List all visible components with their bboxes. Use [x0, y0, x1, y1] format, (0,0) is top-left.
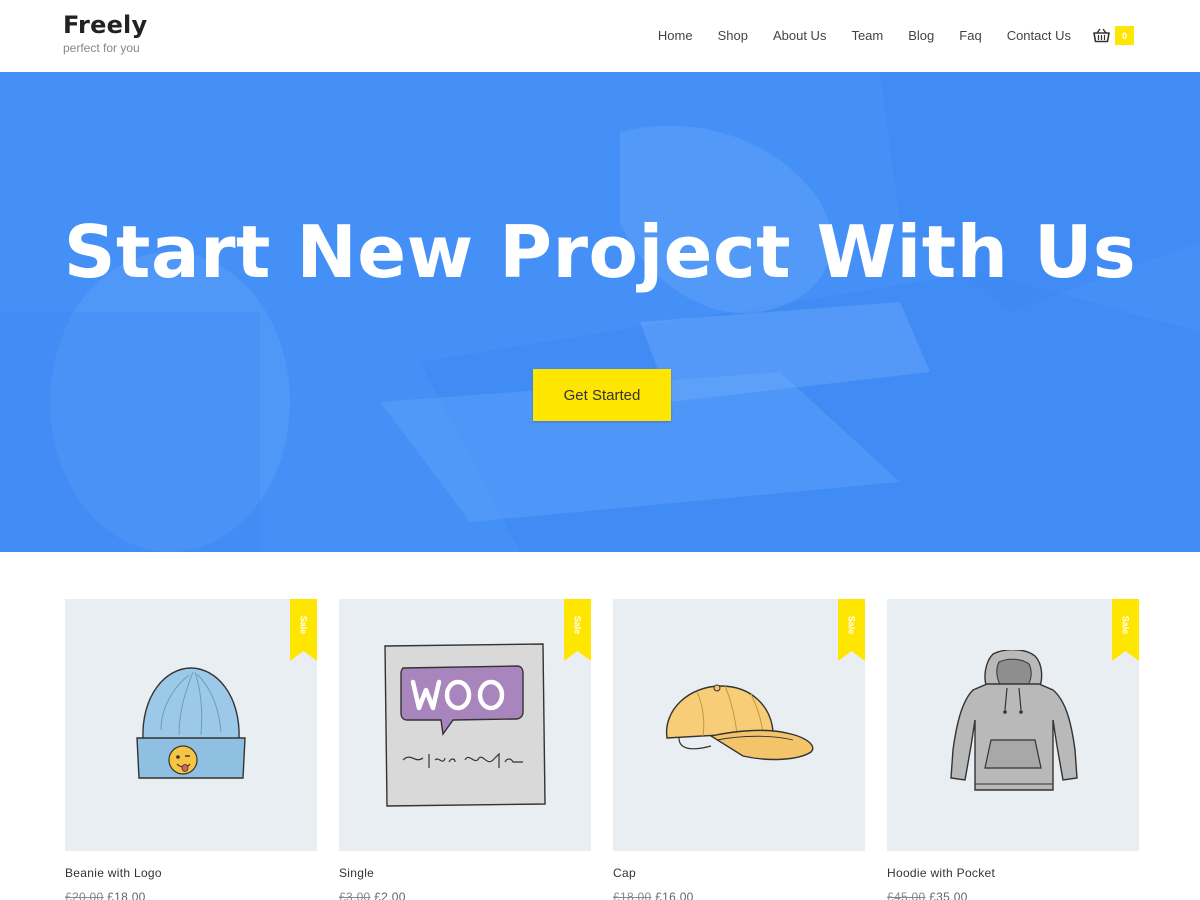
product-name[interactable]: Hoodie with Pocket: [887, 866, 1139, 880]
beanie-image: [136, 667, 246, 779]
nav-item-team[interactable]: Team: [851, 28, 883, 44]
sale-badge: Sale: [572, 615, 583, 635]
product-name[interactable]: Single: [339, 866, 591, 880]
nav-item-faq[interactable]: Faq: [959, 28, 981, 44]
product-name[interactable]: Cap: [613, 866, 865, 880]
product-image[interactable]: Sale: [887, 599, 1139, 851]
price-old: £3.00: [339, 890, 371, 900]
price-new: £16.00: [655, 890, 694, 900]
main-nav: Home Shop About Us Team Blog Faq Contact…: [633, 26, 1134, 45]
site-header: Freely perfect for you Home Shop About U…: [0, 0, 1200, 72]
price-new: £18.00: [107, 890, 146, 900]
hero-background-image: [0, 72, 1200, 552]
product-price: £20.00 £18.00: [65, 890, 317, 900]
price-old: £18.00: [613, 890, 652, 900]
product-price: £18.00 £16.00: [613, 890, 865, 900]
site-brand[interactable]: Freely perfect for you: [63, 10, 147, 55]
nav-item-about-us[interactable]: About Us: [773, 28, 826, 44]
site-title[interactable]: Freely: [63, 10, 147, 40]
site-tagline: perfect for you: [63, 41, 140, 55]
nav-item-home[interactable]: Home: [658, 28, 693, 44]
hero-banner: Start New Project With Us Get Started: [0, 72, 1200, 552]
price-new: £2.00: [374, 890, 406, 900]
hero-title: Start New Project With Us: [63, 210, 1137, 294]
price-old: £45.00: [887, 890, 926, 900]
product-card[interactable]: Sale Single £3.00 £2.00: [339, 599, 591, 900]
product-card[interactable]: Sale Hoodie with Pocket £45.00 £35.00: [887, 599, 1139, 900]
product-grid: Sale Beanie with Logo £20.00 £18.00 Sale: [65, 599, 1139, 900]
basket-icon: [1093, 28, 1110, 43]
sale-badge: Sale: [1120, 615, 1131, 635]
sale-badge: Sale: [298, 615, 309, 635]
nav-item-blog[interactable]: Blog: [908, 28, 934, 44]
product-image[interactable]: Sale: [65, 599, 317, 851]
cart-button[interactable]: 0: [1093, 26, 1134, 45]
product-price: £45.00 £35.00: [887, 890, 1139, 900]
price-old: £20.00: [65, 890, 104, 900]
product-card[interactable]: Sale Cap £18.00 £16.00: [613, 599, 865, 900]
nav-item-contact-us[interactable]: Contact Us: [1007, 28, 1071, 44]
cap-image: [665, 684, 814, 761]
get-started-button[interactable]: Get Started: [533, 369, 671, 421]
sale-badge: Sale: [846, 615, 857, 635]
nav-item-shop[interactable]: Shop: [718, 28, 748, 44]
product-name[interactable]: Beanie with Logo: [65, 866, 317, 880]
price-new: £35.00: [929, 890, 968, 900]
product-image[interactable]: Sale: [613, 599, 865, 851]
woo-single-image: [384, 643, 546, 807]
product-image[interactable]: Sale: [339, 599, 591, 851]
product-card[interactable]: Sale Beanie with Logo £20.00 £18.00: [65, 599, 317, 900]
hoodie-image: [950, 650, 1078, 791]
product-price: £3.00 £2.00: [339, 890, 591, 900]
cart-count-badge: 0: [1115, 26, 1134, 45]
